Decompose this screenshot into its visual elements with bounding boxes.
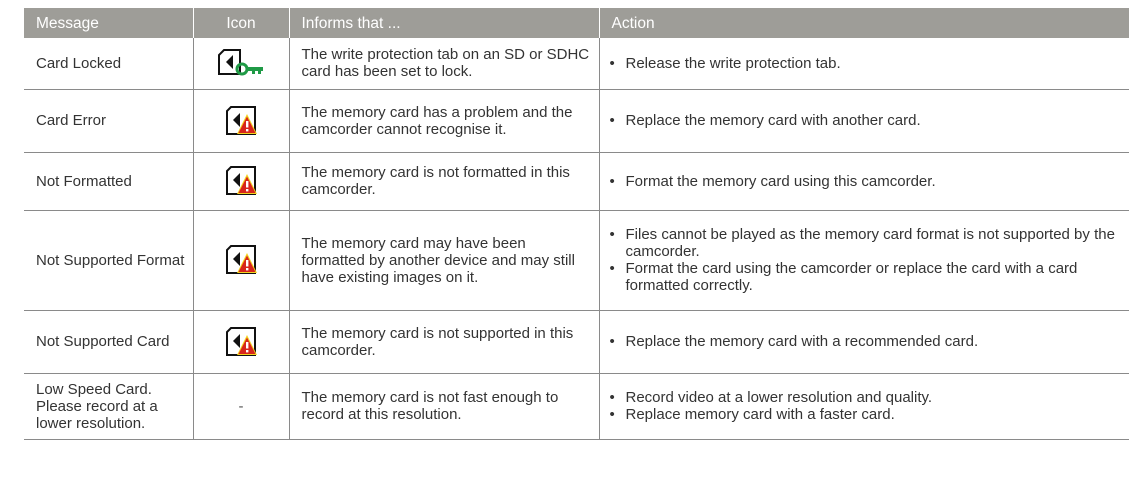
table-row: Not Formatted The memory card is not for… [24, 152, 1129, 211]
action-cell: Replace the memory card with a recommend… [599, 310, 1129, 374]
icon-cell: - [193, 373, 290, 440]
action-item: Format the memory card using this camcor… [610, 173, 1122, 190]
icon-cell [193, 38, 290, 90]
header-action: Action [599, 8, 1129, 38]
informs-cell: The memory card may have been formatted … [289, 210, 600, 311]
action-item: Replace the memory card with a recommend… [610, 333, 1122, 350]
icon-cell [193, 89, 290, 153]
card-warning-icon [226, 326, 257, 356]
header-informs: Informs that ... [289, 8, 600, 38]
card-locked-icon [218, 49, 263, 76]
action-item: Format the card using the camcorder or r… [610, 260, 1122, 294]
table-row: Not Supported Format The memory card may… [24, 210, 1129, 311]
message-cell: Not Supported Format [24, 210, 194, 311]
header-icon: Icon [193, 8, 290, 38]
table-row: Not Supported Card The memory card is no… [24, 310, 1129, 374]
action-item: Replace the memory card with another car… [610, 112, 1122, 129]
informs-cell: The memory card has a problem and the ca… [289, 89, 600, 153]
no-icon-dash: - [238, 397, 244, 415]
informs-cell: The memory card is not supported in this… [289, 310, 600, 374]
message-cell: Low Speed Card. Please record at a lower… [24, 373, 194, 440]
informs-cell: The write protection tab on an SD or SDH… [289, 38, 600, 90]
icon-cell [193, 152, 290, 211]
card-warning-icon [226, 105, 257, 135]
table-row: Card Locked The write protection tab on … [24, 38, 1129, 90]
message-table: Message Icon Informs that ... Action Car… [24, 8, 1129, 440]
action-item: Files cannot be played as the memory car… [610, 226, 1122, 260]
card-warning-icon [226, 166, 257, 195]
message-cell: Not Supported Card [24, 310, 194, 374]
card-warning-icon [226, 245, 257, 274]
message-cell: Card Error [24, 89, 194, 153]
table-header-row: Message Icon Informs that ... Action [24, 8, 1129, 38]
action-cell: Record video at a lower resolution and q… [599, 373, 1129, 440]
message-cell: Card Locked [24, 38, 194, 90]
informs-cell: The memory card is not formatted in this… [289, 152, 600, 211]
table-row: Low Speed Card. Please record at a lower… [24, 373, 1129, 440]
table-row: Card Error The memory card has a problem… [24, 89, 1129, 153]
action-item: Release the write protection tab. [610, 55, 1122, 72]
action-item: Replace memory card with a faster card. [610, 406, 1122, 423]
action-cell: Format the memory card using this camcor… [599, 152, 1129, 211]
icon-cell [193, 210, 290, 311]
icon-cell [193, 310, 290, 374]
action-item: Record video at a lower resolution and q… [610, 389, 1122, 406]
action-cell: Files cannot be played as the memory car… [599, 210, 1129, 311]
action-cell: Release the write protection tab. [599, 38, 1129, 90]
message-cell: Not Formatted [24, 152, 194, 211]
action-cell: Replace the memory card with another car… [599, 89, 1129, 153]
header-message: Message [24, 8, 194, 38]
informs-cell: The memory card is not fast enough to re… [289, 373, 600, 440]
